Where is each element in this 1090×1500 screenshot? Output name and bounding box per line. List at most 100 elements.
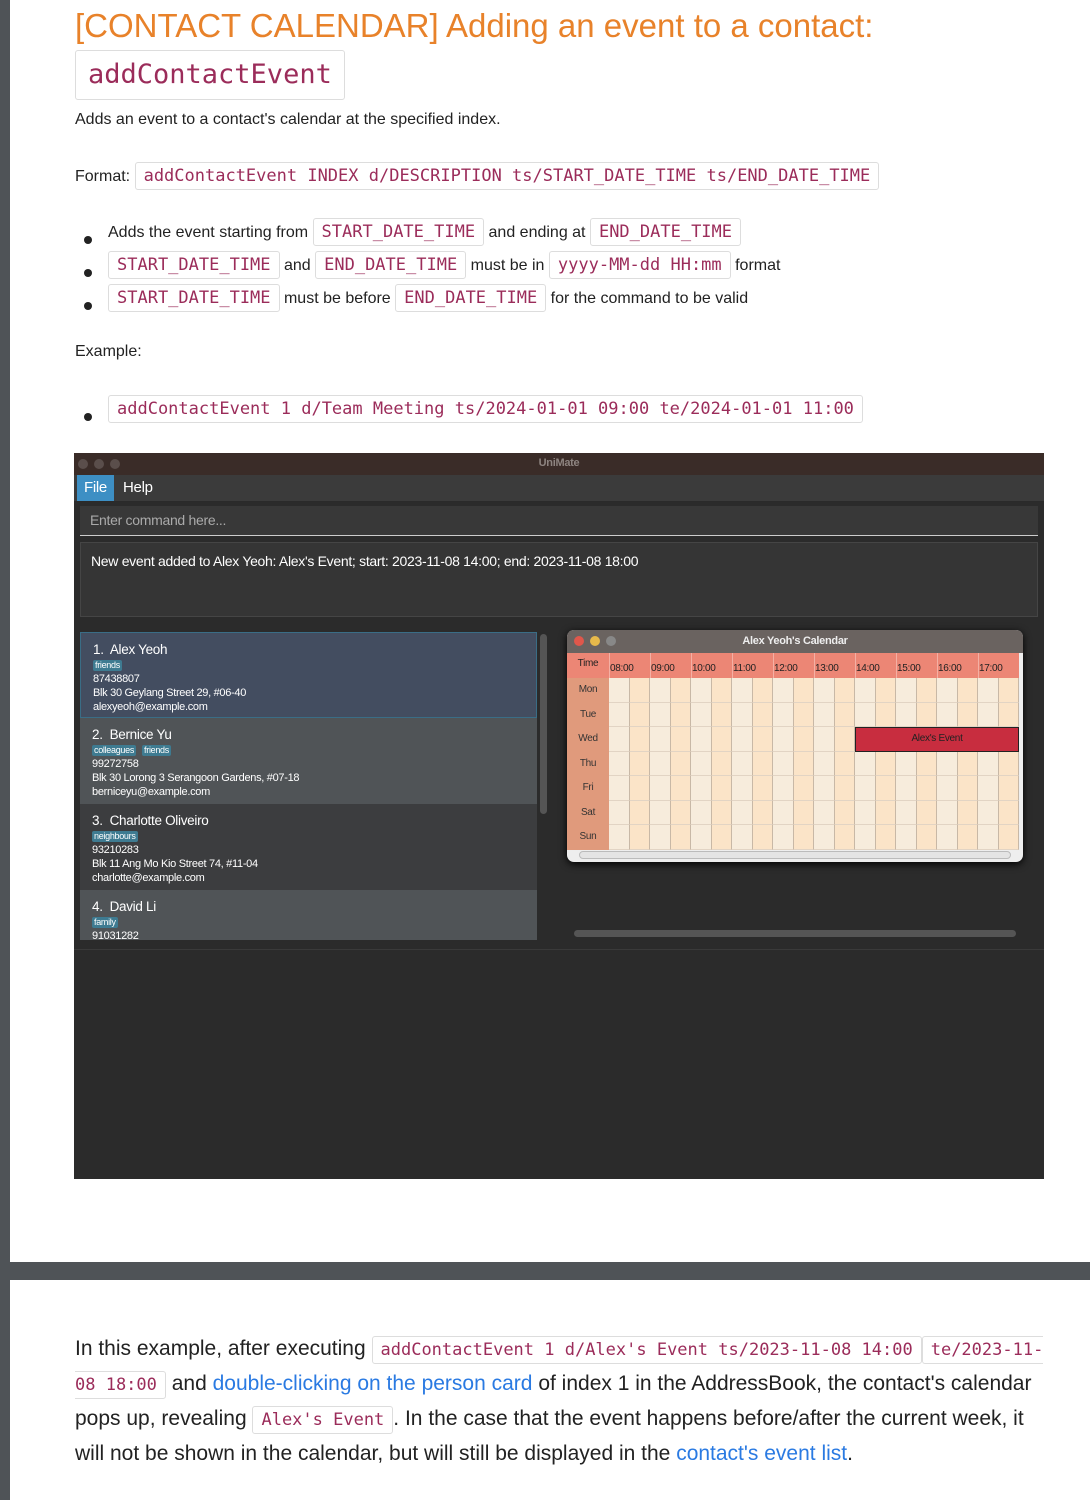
calendar-cell (752, 727, 773, 752)
calendar-cell (896, 825, 917, 850)
calendar-cell (691, 825, 712, 850)
hour-header: 12:00 (773, 653, 814, 678)
calendar-cell (896, 800, 917, 825)
calendar-cell (793, 727, 814, 752)
day-label: Tue (567, 702, 609, 727)
list-scrollbar[interactable] (540, 634, 547, 814)
calendar-cell (937, 751, 958, 776)
person-name-text: Charlotte Oliveiro (109, 813, 209, 828)
person-phone: 91031282 (92, 930, 139, 940)
calendar-cell (793, 751, 814, 776)
calendar-cell (629, 702, 650, 727)
calendar-cell (711, 727, 732, 752)
calendar-cell (670, 702, 691, 727)
calendar-cell (793, 800, 814, 825)
person-index: 4. (92, 899, 103, 914)
calendar-cell (629, 727, 650, 752)
calendar-cell (957, 825, 978, 850)
calendar-cell (855, 825, 876, 850)
format-line: Format: addContactEvent INDEX d/DESCRIPT… (75, 162, 880, 190)
calendar-cell (650, 776, 671, 801)
tag: family (92, 917, 118, 928)
calendar-cell (773, 727, 794, 752)
calendar-cell (896, 702, 917, 727)
person-card[interactable]: 1. Alex Yeoh friends 87438807 Blk 30 Geylan… (80, 632, 537, 718)
link[interactable]: double-clicking on the person card (213, 1372, 533, 1395)
person-index: 1. (93, 642, 104, 657)
calendar-cell (711, 751, 732, 776)
menu-file[interactable]: File (77, 475, 114, 501)
tag-row: friends (93, 658, 524, 672)
calendar-cell (773, 825, 794, 850)
horizontal-scrollbar[interactable] (574, 930, 1016, 937)
calendar-cell (875, 800, 896, 825)
calendar-cell (732, 727, 753, 752)
menu-help[interactable]: Help (116, 475, 160, 501)
hour-header: 10:00 (691, 653, 732, 678)
command-code: addContactEvent (75, 50, 345, 100)
calendar-cell (916, 825, 937, 850)
calendar-cell (896, 678, 917, 703)
calendar-event[interactable]: Alex's Event (855, 727, 1019, 752)
calendar-cell (834, 825, 855, 850)
person-phone: 87438807 (93, 673, 140, 685)
calendar-cell (937, 825, 958, 850)
calendar-cell (752, 702, 773, 727)
day-label: Sun (567, 825, 609, 850)
calendar-cell (998, 751, 1019, 776)
minimize-calendar-button[interactable] (590, 636, 600, 646)
day-label: Thu (567, 751, 609, 776)
calendar-cell (691, 751, 712, 776)
menu-bar: File Help (74, 475, 1044, 502)
close-calendar-button[interactable] (574, 636, 584, 646)
tag: friends (142, 745, 171, 756)
calendar-cell (670, 678, 691, 703)
calendar-cell (998, 776, 1019, 801)
person-card[interactable]: 2. Bernice Yu colleagues friends 99272758 Bl… (80, 718, 537, 804)
calendar-cell (814, 776, 835, 801)
calendar-cell (773, 776, 794, 801)
calendar-cell (957, 800, 978, 825)
text: Adds the event starting from (108, 224, 313, 241)
person-name-text: Alex Yeoh (109, 642, 168, 657)
calendar-cell (896, 776, 917, 801)
tag: neighbours (92, 831, 138, 842)
doc-page: In this example, after executing addCont… (10, 1280, 1090, 1500)
calendar-cell (855, 776, 876, 801)
day-label: Fri (567, 776, 609, 801)
calendar-cell (752, 678, 773, 703)
person-phone: 99272758 (92, 758, 139, 770)
calendar-cell (998, 678, 1019, 703)
maximize-calendar-button[interactable] (606, 636, 616, 646)
calendar-cell (732, 776, 753, 801)
calendar-cell (957, 751, 978, 776)
calendar-cell (814, 825, 835, 850)
calendar-scrollbar[interactable] (579, 851, 1011, 859)
inline-code: START_DATE_TIME (312, 218, 485, 246)
inline-code: Alex's Event (252, 1406, 394, 1434)
calendar-cell (957, 776, 978, 801)
text: . (847, 1442, 853, 1465)
text: must be before (279, 290, 396, 307)
hour-header: 09:00 (650, 653, 691, 678)
calendar-cell (978, 751, 999, 776)
calendar-cell (629, 800, 650, 825)
calendar-cell (773, 702, 794, 727)
calendar-cell (609, 800, 630, 825)
calendar-cell (896, 751, 917, 776)
calendar-cell (916, 678, 937, 703)
calendar-cell (629, 678, 650, 703)
text: format (730, 257, 781, 274)
inline-code: END_DATE_TIME (589, 218, 742, 246)
link[interactable]: contact's event list (676, 1442, 847, 1465)
person-card[interactable]: 4. David Li family 91031282 (80, 890, 537, 940)
calendar-cell (732, 678, 753, 703)
person-card[interactable]: 3. Charlotte Oliveiro neighbours 93210283 B… (80, 804, 537, 890)
command-input[interactable]: Enter command here... (80, 506, 1038, 536)
time-header: Time (567, 653, 609, 678)
calendar-cell (978, 702, 999, 727)
calendar-cell (793, 702, 814, 727)
inline-code: addContactEvent 1 d/Alex's Event ts/2023… (371, 1336, 922, 1364)
calendar-cell (752, 776, 773, 801)
person-name: 4. David Li (92, 899, 525, 915)
